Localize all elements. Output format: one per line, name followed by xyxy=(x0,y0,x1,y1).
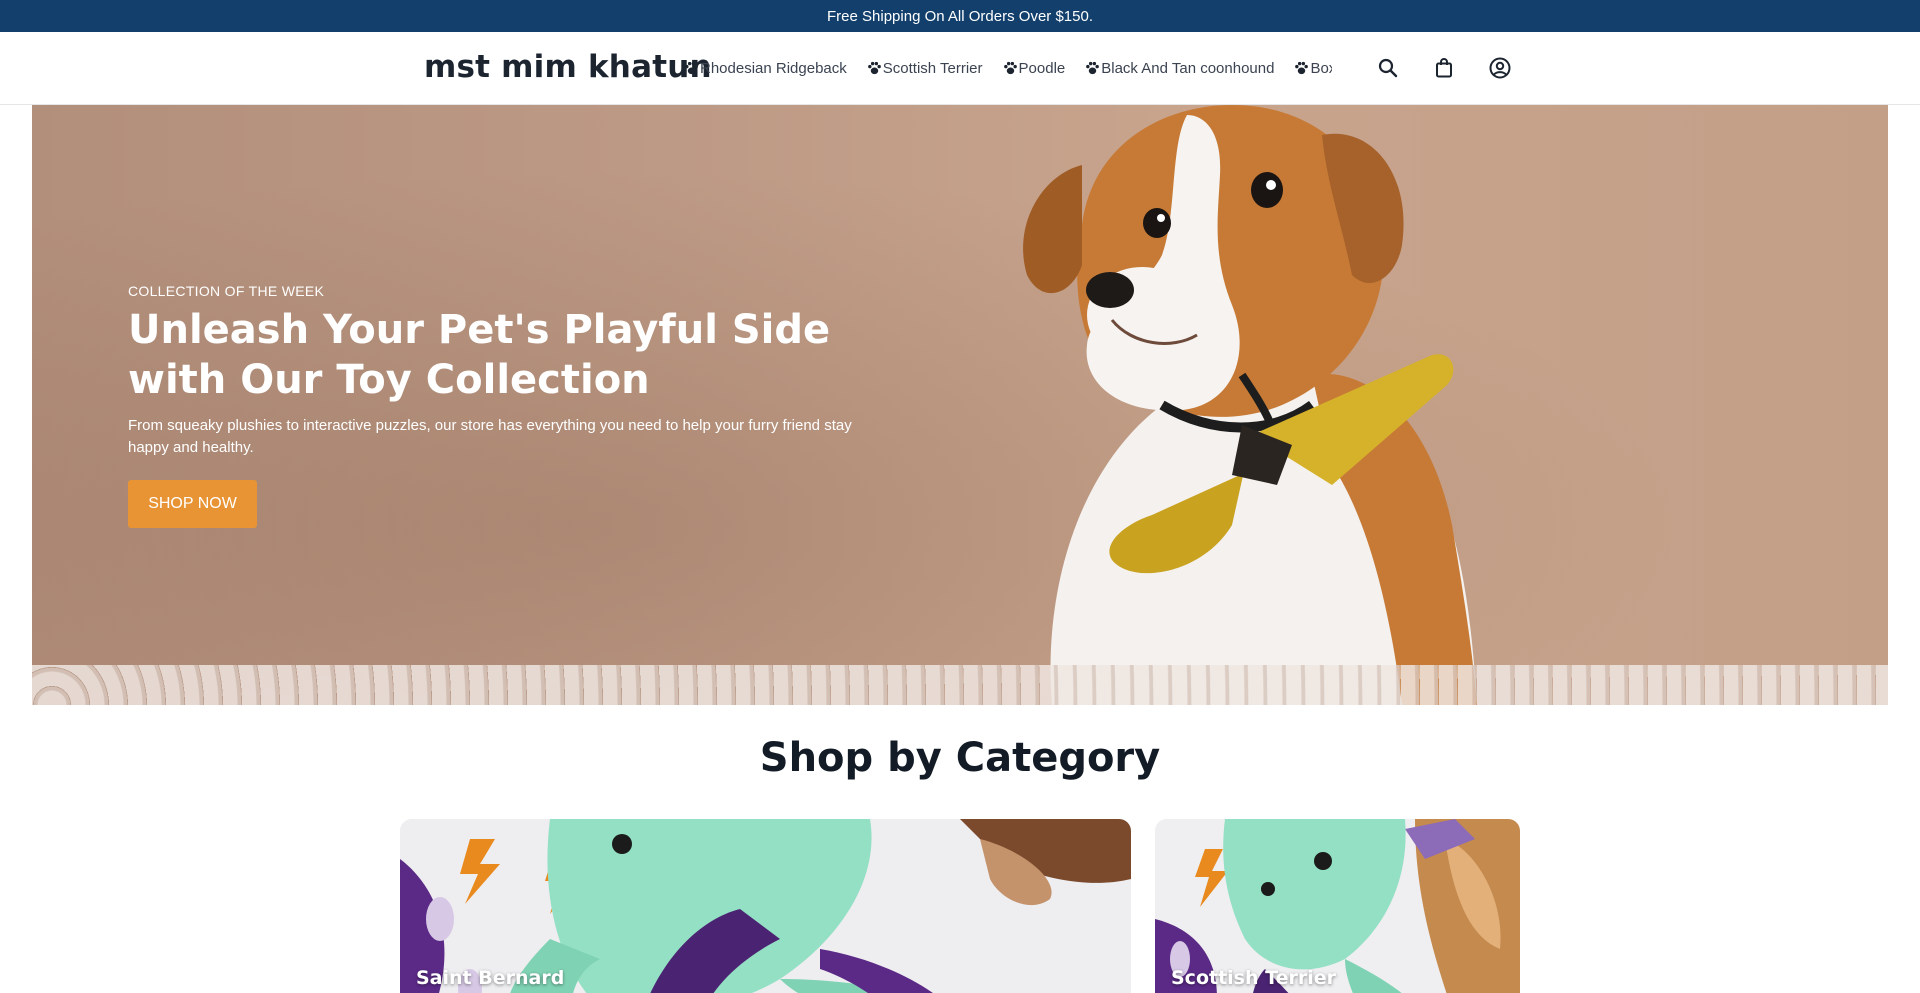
paw-icon xyxy=(685,61,698,75)
shopping-bag-icon[interactable] xyxy=(1432,56,1456,80)
nav-item-boxer[interactable]: Boxer xyxy=(1294,60,1332,77)
hero-subtitle: From squeaky plushies to interactive puz… xyxy=(128,417,852,456)
site-header: mst mim khatun Rhodesian Ridgeback Scott… xyxy=(0,32,1920,105)
category-label: Scottish Terrier xyxy=(1171,967,1336,989)
paw-icon xyxy=(1086,61,1100,75)
hero-title: Unleash Your Pet's Playful Side with Our… xyxy=(128,307,831,403)
paw-icon xyxy=(867,61,881,75)
nav-item-poodle[interactable]: Poodle xyxy=(1003,59,1066,77)
category-card-saint-bernard[interactable]: Saint Bernard xyxy=(400,819,1131,993)
nav-item-label: Rhodesian Ridgeback xyxy=(700,59,847,77)
paw-icon xyxy=(1003,61,1017,75)
main-nav: Rhodesian Ridgeback Scottish Terrier Poo… xyxy=(684,58,1332,78)
dog-image xyxy=(1023,105,1477,705)
hero-content: COLLECTION OF THE WEEK Unleash Your Pet'… xyxy=(128,283,888,459)
site-logo[interactable]: mst mim khatun xyxy=(424,49,712,85)
nav-item-scottish-terrier[interactable]: Scottish Terrier xyxy=(867,60,983,77)
category-card-scottish-terrier[interactable]: Scottish Terrier xyxy=(1155,819,1520,993)
announcement-text: Free Shipping On All Orders Over $150. xyxy=(827,7,1093,25)
nav-item-black-and-tan-coonhound[interactable]: Black And Tan coonhound xyxy=(1085,60,1274,77)
nav-item-label: Boxer xyxy=(1310,59,1332,77)
nav-item-label: Scottish Terrier xyxy=(882,59,983,77)
category-label: Saint Bernard xyxy=(416,967,565,989)
hero-banner: COLLECTION OF THE WEEK Unleash Your Pet'… xyxy=(32,105,1888,705)
nav-item-label: Poodle xyxy=(1018,59,1066,77)
section-title: Shop by Category xyxy=(759,735,1161,781)
paw-icon xyxy=(1295,61,1309,75)
nav-item-rhodesian-ridgeback[interactable]: Rhodesian Ridgeback xyxy=(684,60,847,77)
hero-eyebrow: COLLECTION OF THE WEEK xyxy=(128,283,325,299)
announcement-bar: Free Shipping On All Orders Over $150. xyxy=(0,0,1920,32)
shop-now-button[interactable]: SHOP NOW xyxy=(128,480,257,528)
hero-fur-edge xyxy=(32,665,1888,705)
nav-item-label: Black And Tan coonhound xyxy=(1101,59,1275,77)
account-icon[interactable] xyxy=(1488,56,1512,80)
search-icon[interactable] xyxy=(1376,56,1400,80)
